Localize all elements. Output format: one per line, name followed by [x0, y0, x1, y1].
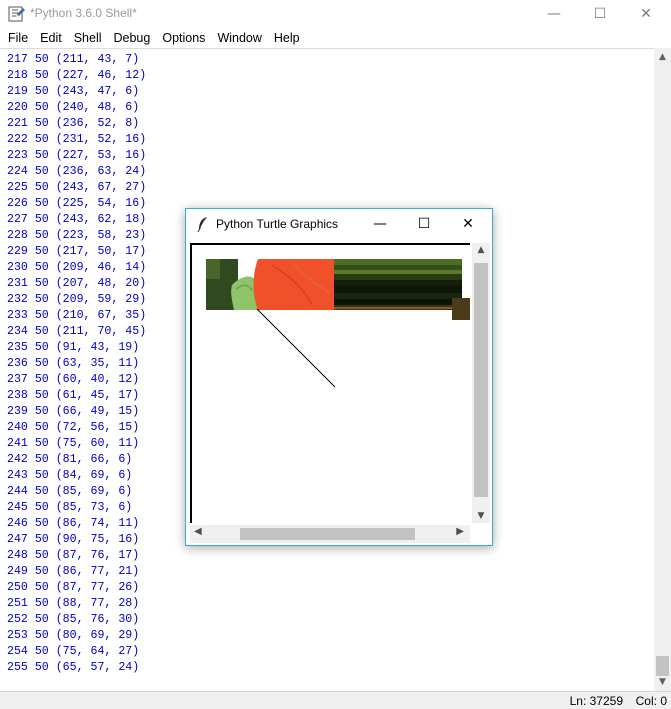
output-line: 237 50 (60, 40, 12) — [7, 373, 140, 386]
scroll-thumb[interactable] — [474, 263, 488, 497]
turtle-graphics-window[interactable]: Python Turtle Graphics — ☐ ✕ ▲ ▼ ◀ ▶ — [185, 208, 493, 546]
output-line: 218 50 (227, 46, 12) — [7, 69, 147, 82]
output-line: 246 50 (86, 74, 11) — [7, 517, 140, 530]
turtle-window-title: Python Turtle Graphics — [216, 217, 339, 231]
output-line: 228 50 (223, 58, 23) — [7, 229, 147, 242]
output-line: 254 50 (75, 64, 27) — [7, 645, 140, 658]
output-line: 226 50 (225, 54, 16) — [7, 197, 147, 210]
output-line: 238 50 (61, 45, 17) — [7, 389, 140, 402]
output-line: 255 50 (65, 57, 24) — [7, 661, 140, 674]
output-line: 239 50 (66, 49, 15) — [7, 405, 140, 418]
menu-help[interactable]: Help — [268, 28, 306, 48]
output-line: 231 50 (207, 48, 20) — [7, 277, 147, 290]
output-line: 223 50 (227, 53, 16) — [7, 149, 147, 162]
output-line: 247 50 (90, 75, 16) — [7, 533, 140, 546]
turtle-minimize-button[interactable]: — — [358, 209, 402, 239]
output-line: 242 50 (81, 66, 6) — [7, 453, 133, 466]
menu-bar: File Edit Shell Debug Options Window Hel… — [0, 28, 671, 48]
output-line: 252 50 (85, 76, 30) — [7, 613, 140, 626]
close-button[interactable]: ✕ — [623, 0, 669, 28]
turtle-close-button[interactable]: ✕ — [446, 209, 490, 239]
menu-window[interactable]: Window — [211, 28, 267, 48]
scroll-left-arrow-icon[interactable]: ◀ — [194, 526, 202, 537]
menu-file[interactable]: File — [2, 28, 34, 48]
output-line: 241 50 (75, 60, 11) — [7, 437, 140, 450]
output-line: 234 50 (211, 70, 45) — [7, 325, 147, 338]
drawn-pixels-green — [206, 259, 220, 279]
menu-shell[interactable]: Shell — [68, 28, 108, 48]
output-line: 224 50 (236, 63, 24) — [7, 165, 147, 178]
scroll-up-arrow-icon[interactable]: ▲ — [472, 245, 490, 255]
output-line: 244 50 (85, 69, 6) — [7, 485, 133, 498]
output-line: 232 50 (209, 59, 29) — [7, 293, 147, 306]
output-line: 253 50 (80, 69, 29) — [7, 629, 140, 642]
minimize-button[interactable]: — — [531, 0, 577, 28]
turtle-line — [256, 308, 336, 388]
turtle-cursor — [452, 298, 470, 320]
minimize-icon: — — [373, 216, 387, 232]
output-line: 222 50 (231, 52, 16) — [7, 133, 147, 146]
minimize-icon: — — [547, 6, 561, 22]
shell-title-bar[interactable]: *Python 3.6.0 Shell* — ☐ ✕ — [0, 0, 671, 28]
scroll-up-arrow-icon[interactable]: ▲ — [654, 52, 671, 62]
scroll-down-arrow-icon[interactable]: ▼ — [472, 511, 490, 521]
output-line: 227 50 (243, 62, 18) — [7, 213, 147, 226]
turtle-canvas[interactable] — [190, 243, 470, 523]
turtle-title-bar[interactable]: Python Turtle Graphics — ☐ ✕ — [186, 209, 492, 239]
scroll-down-arrow-icon[interactable]: ▼ — [654, 677, 671, 687]
close-icon: ✕ — [640, 6, 652, 22]
output-line: 251 50 (88, 77, 28) — [7, 597, 140, 610]
output-line: 229 50 (217, 50, 17) — [7, 245, 147, 258]
turtle-horizontal-scrollbar[interactable]: ◀ ▶ — [190, 525, 470, 543]
output-line: 230 50 (209, 46, 14) — [7, 261, 147, 274]
scroll-thumb[interactable] — [656, 656, 669, 676]
maximize-icon: ☐ — [593, 6, 607, 22]
output-line: 248 50 (87, 76, 17) — [7, 549, 140, 562]
output-line: 217 50 (211, 43, 7) — [7, 53, 140, 66]
output-line: 219 50 (243, 47, 6) — [7, 85, 140, 98]
output-line: 236 50 (63, 35, 11) — [7, 357, 140, 370]
turtle-drawing — [206, 259, 470, 388]
window-title: *Python 3.6.0 Shell* — [30, 6, 137, 20]
scroll-thumb[interactable] — [240, 528, 415, 540]
maximize-icon: ☐ — [417, 216, 431, 232]
output-line: 233 50 (210, 67, 35) — [7, 309, 147, 322]
output-line: 245 50 (85, 73, 6) — [7, 501, 133, 514]
turtle-maximize-button[interactable]: ☐ — [402, 209, 446, 239]
output-line: 249 50 (86, 77, 21) — [7, 565, 140, 578]
line-number: Ln: 37259 — [569, 694, 623, 708]
menu-edit[interactable]: Edit — [34, 28, 68, 48]
menu-options[interactable]: Options — [156, 28, 211, 48]
scroll-right-arrow-icon[interactable]: ▶ — [456, 526, 464, 537]
maximize-button[interactable]: ☐ — [577, 0, 623, 28]
output-line: 235 50 (91, 43, 19) — [7, 341, 140, 354]
output-line: 225 50 (243, 67, 27) — [7, 181, 147, 194]
drawn-pixels-red-flower — [253, 259, 334, 310]
output-line: 240 50 (72, 56, 15) — [7, 421, 140, 434]
output-line: 221 50 (236, 52, 8) — [7, 117, 140, 130]
turtle-vertical-scrollbar[interactable]: ▲ ▼ — [472, 243, 490, 523]
python-idle-icon — [8, 6, 25, 22]
shell-vertical-scrollbar[interactable]: ▲ ▼ — [654, 48, 671, 691]
close-icon: ✕ — [462, 216, 474, 232]
output-line: 250 50 (87, 77, 26) — [7, 581, 140, 594]
feather-icon — [197, 217, 207, 232]
menu-debug[interactable]: Debug — [108, 28, 157, 48]
output-line: 243 50 (84, 69, 6) — [7, 469, 133, 482]
status-bar: Ln: 37259 Col: 0 — [0, 691, 671, 709]
column-number: Col: 0 — [635, 694, 667, 708]
output-line: 220 50 (240, 48, 6) — [7, 101, 140, 114]
output-lines: 217 50 (211, 43, 7) 218 50 (227, 46, 12) 2… — [7, 52, 146, 676]
